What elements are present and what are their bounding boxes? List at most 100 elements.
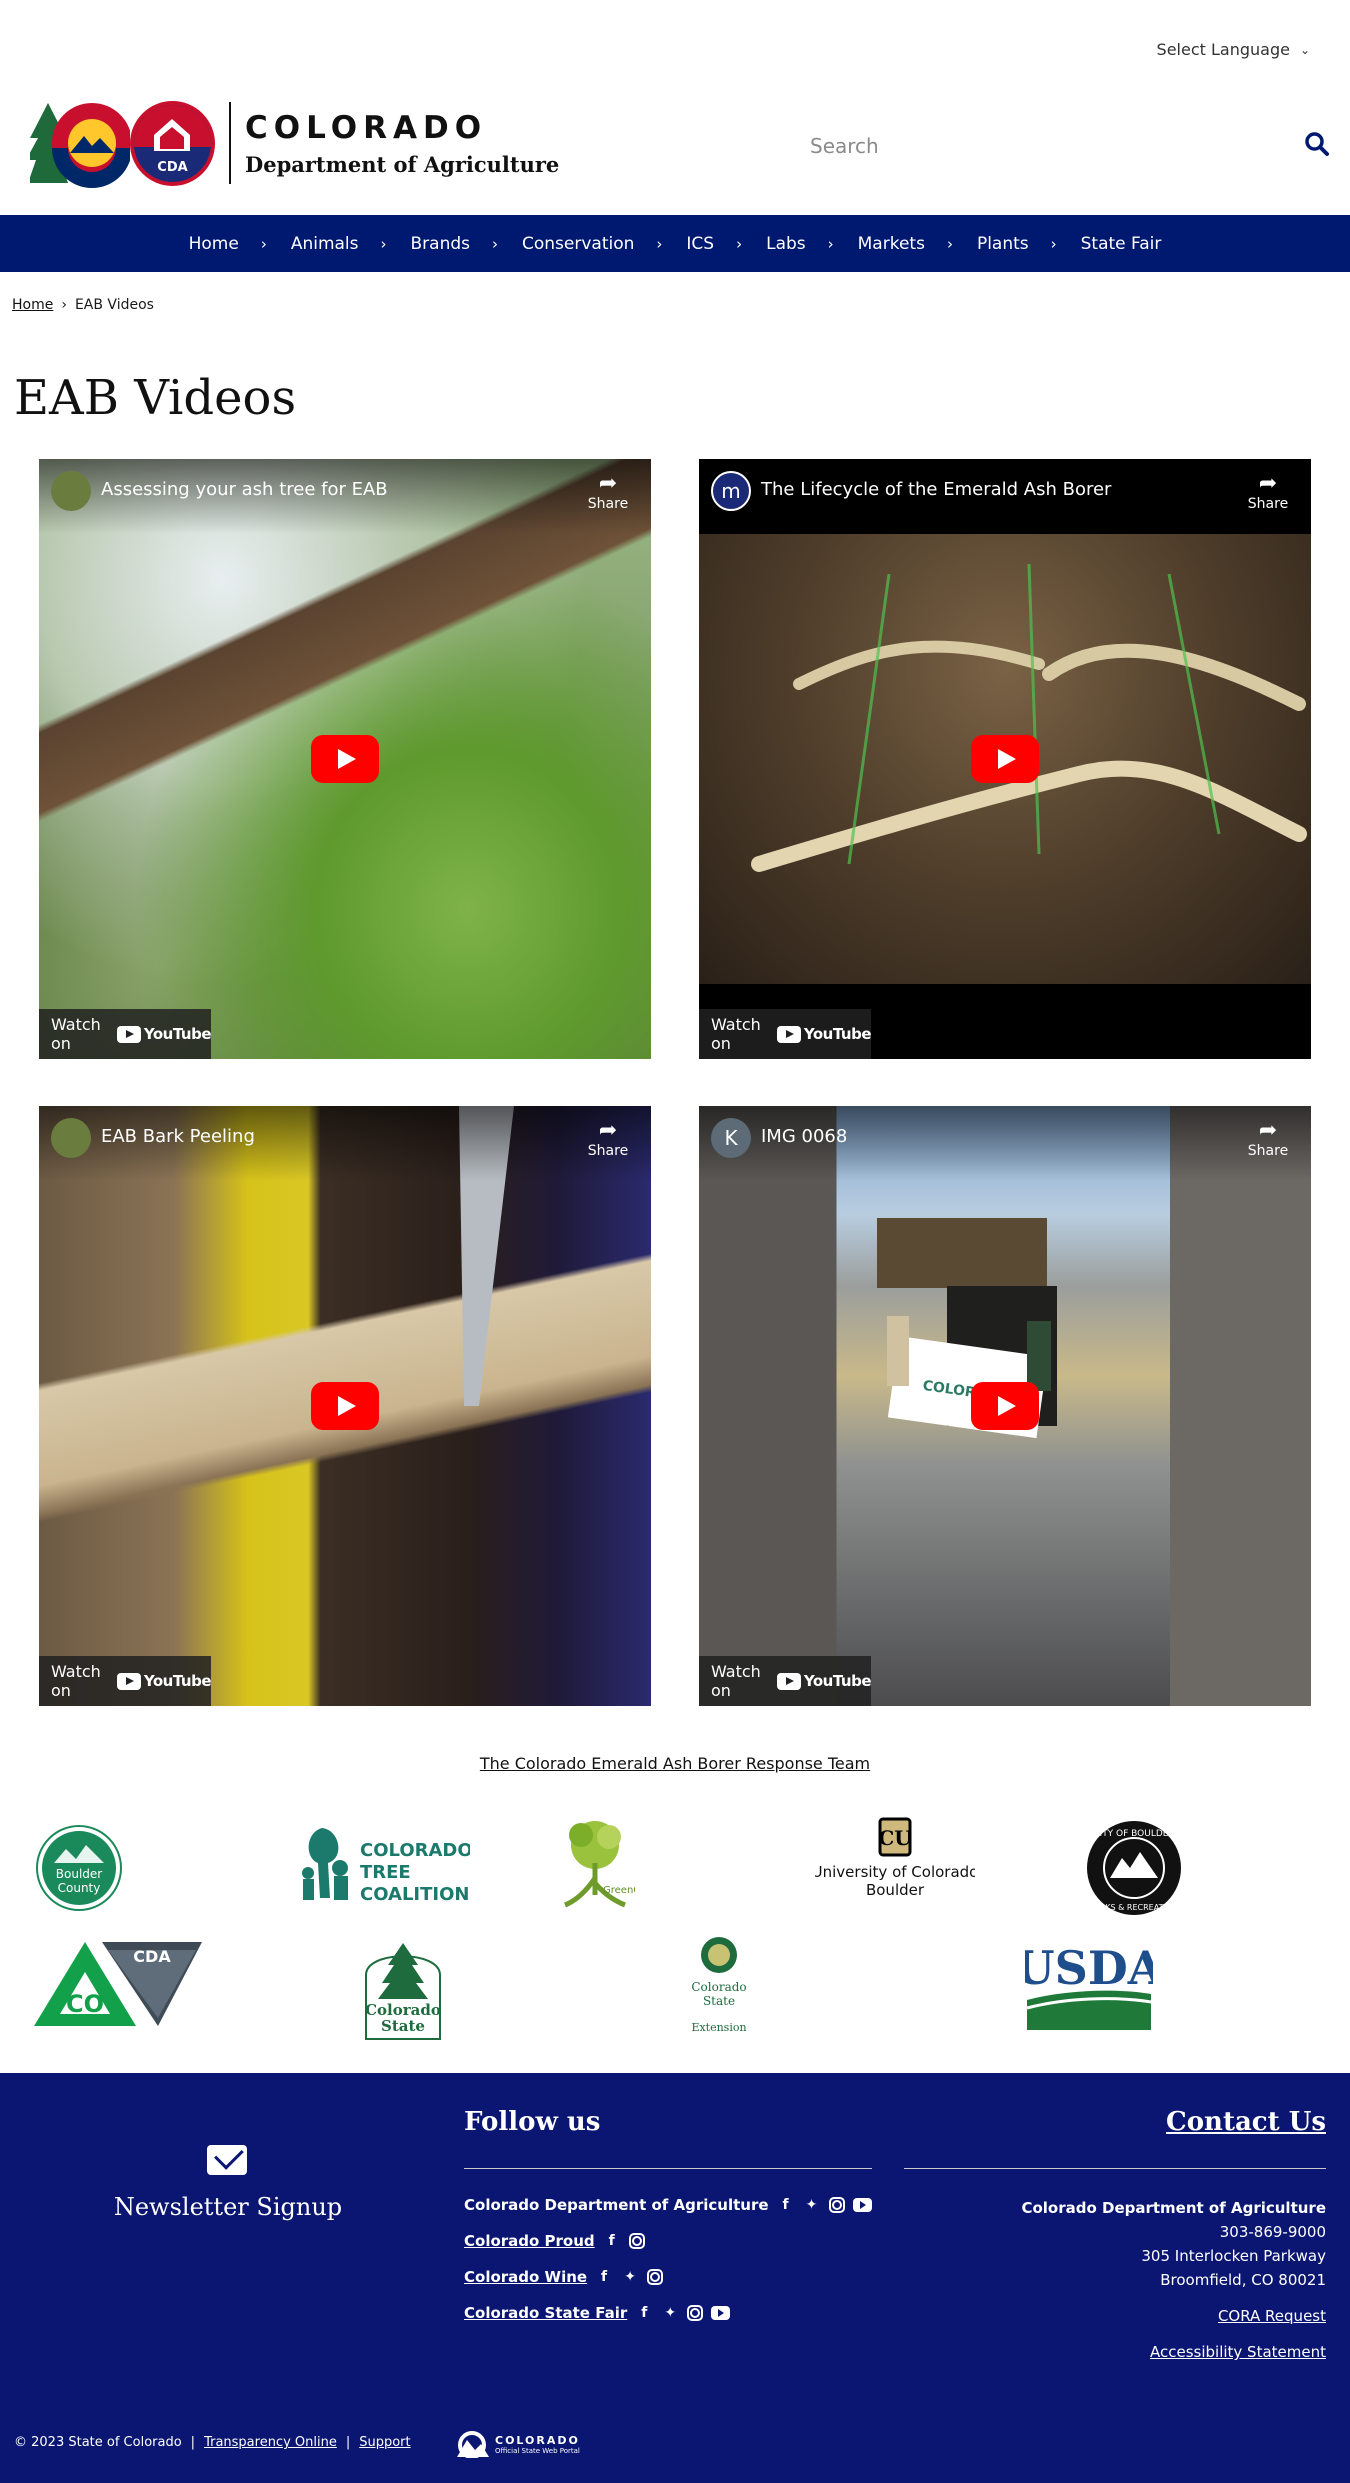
footer-bottom-bar: © 2023 State of Colorado | Transparency … (14, 2435, 411, 2450)
cda-logo: CDA (130, 100, 215, 186)
nav-item-animals[interactable]: Animals › (291, 234, 387, 254)
channel-avatar[interactable]: m (711, 471, 751, 511)
share-button[interactable]: ➦ Share (1243, 1118, 1293, 1159)
chevron-right-icon: › (946, 234, 953, 253)
share-icon: ➦ (1258, 1118, 1278, 1143)
separator: | (345, 2435, 351, 2450)
svg-text:Extension: Extension (691, 2021, 746, 2034)
video-title[interactable]: IMG 0068 (761, 1126, 847, 1147)
facebook-icon[interactable]: f (777, 2196, 795, 2214)
csu-extension-logo[interactable]: Colorado State Extension (688, 1935, 750, 2039)
colorado-proud-link[interactable]: Colorado Proud (464, 2232, 595, 2250)
video-embed-3[interactable]: EAB Bark Peeling ➦ Share Watch on YouTube (39, 1106, 651, 1706)
watch-on-youtube-button[interactable]: Watch on YouTube (39, 1009, 212, 1059)
logo-wordmark: COLORADO Department of Agriculture (245, 110, 559, 177)
svg-text:State: State (703, 1994, 735, 2008)
facebook-icon[interactable]: f (595, 2268, 613, 2286)
colorado-official-portal-logo[interactable]: COLORADO Official State Web Portal (455, 2430, 580, 2458)
nav-item-state-fair[interactable]: State Fair (1081, 234, 1162, 254)
nav-item-conservation[interactable]: Conservation › (522, 234, 662, 254)
nav-label: Markets (857, 233, 925, 254)
nav-item-plants[interactable]: Plants › (977, 234, 1057, 254)
newsletter-signup-link[interactable]: Newsletter Signup (0, 2193, 456, 2221)
video-embed-4[interactable]: COLORADO K IMG 0068 ➦ Share Watch on YouTu… (699, 1106, 1311, 1706)
play-button[interactable] (311, 1382, 379, 1430)
svg-text:GreenCO: GreenCO (603, 1885, 635, 1896)
colorado-state-fair-link[interactable]: Colorado State Fair (464, 2304, 627, 2322)
instagram-icon[interactable] (628, 2233, 645, 2249)
youtube-logo-icon: YouTube (776, 1672, 872, 1690)
twitter-icon[interactable]: ✦ (621, 2268, 639, 2286)
video-title[interactable]: The Lifecycle of the Emerald Ash Borer (761, 479, 1111, 500)
twitter-icon[interactable]: ✦ (661, 2304, 679, 2322)
nav-item-ics[interactable]: ICS › (686, 234, 742, 254)
search-icon[interactable] (1304, 131, 1330, 161)
search-bar (810, 128, 1330, 164)
boulder-county-logo[interactable]: Boulder County (36, 1825, 122, 1911)
watch-on-youtube-button[interactable]: Watch on YouTube (699, 1656, 872, 1706)
nav-label: Animals (290, 233, 359, 254)
cu-boulder-logo[interactable]: CU University of Colorado Boulder (815, 1815, 975, 1901)
instagram-icon[interactable] (687, 2305, 704, 2321)
envelope-icon[interactable] (207, 2145, 247, 2175)
video-embed-1[interactable]: Assessing your ash tree for EAB ➦ Share W… (39, 459, 651, 1059)
cda-co-triangle-logo[interactable]: CDA CO (30, 1938, 205, 2030)
channel-avatar[interactable] (51, 1118, 91, 1158)
video-title[interactable]: EAB Bark Peeling (101, 1126, 255, 1147)
copyright: © 2023 State of Colorado (14, 2435, 182, 2450)
divider (464, 2168, 872, 2169)
usda-logo[interactable]: USDA (1025, 1942, 1153, 2032)
portal-line-1: COLORADO (495, 2433, 580, 2447)
search-input[interactable] (810, 134, 1210, 158)
twitter-icon[interactable]: ✦ (803, 2196, 821, 2214)
play-button[interactable] (311, 735, 379, 783)
video-embed-2[interactable]: m The Lifecycle of the Emerald Ash Borer… (699, 459, 1311, 1059)
support-link[interactable]: Support (359, 2435, 410, 2450)
transparency-online-link[interactable]: Transparency Online (204, 2435, 337, 2450)
youtube-icon[interactable] (852, 2198, 872, 2212)
nav-item-markets[interactable]: Markets › (858, 234, 953, 254)
colorado-portal-icon (457, 2431, 489, 2458)
channel-avatar[interactable] (51, 471, 91, 511)
watch-on-youtube-button[interactable]: Watch on YouTube (699, 1009, 872, 1059)
accessibility-statement-link[interactable]: Accessibility Statement (1021, 2340, 1326, 2364)
share-button[interactable]: ➦ Share (583, 471, 633, 512)
breadcrumb-home-link[interactable]: Home (12, 297, 53, 313)
nav-item-brands[interactable]: Brands › (411, 234, 499, 254)
share-label: Share (1247, 496, 1289, 512)
site-logo[interactable]: CDA COLORADO Department of Agriculture (26, 98, 559, 188)
nav-label: State Fair (1080, 233, 1162, 254)
share-button[interactable]: ➦ Share (583, 1118, 633, 1159)
youtube-logo-icon: YouTube (776, 1025, 872, 1043)
youtube-icon[interactable] (711, 2306, 731, 2320)
language-select[interactable]: Select Language ⌄ (1157, 40, 1310, 59)
greenco-logo[interactable]: GreenCO (555, 1813, 635, 1917)
logo-divider (229, 102, 231, 184)
svg-text:COLORADO: COLORADO (360, 1840, 470, 1861)
facebook-icon[interactable]: f (635, 2304, 653, 2322)
watch-on-youtube-button[interactable]: Watch on YouTube (39, 1656, 212, 1706)
share-button[interactable]: ➦ Share (1243, 471, 1293, 512)
channel-avatar[interactable]: K (711, 1118, 751, 1158)
nav-item-labs[interactable]: Labs › (766, 234, 834, 254)
play-button[interactable] (971, 735, 1039, 783)
share-icon: ➦ (598, 1118, 618, 1143)
logo-line-colorado: COLORADO (245, 109, 488, 146)
contact-us-link[interactable]: Contact Us (1166, 2107, 1326, 2137)
separator: | (190, 2435, 196, 2450)
instagram-icon[interactable] (647, 2269, 664, 2285)
share-label: Share (587, 496, 629, 512)
cora-request-link[interactable]: CORA Request (1021, 2304, 1326, 2328)
city-of-boulder-parks-logo[interactable]: CITY OF BOULDER PARKS & RECREATION (1086, 1820, 1182, 1916)
video-title[interactable]: Assessing your ash tree for EAB (101, 479, 388, 500)
eab-response-team-link[interactable]: The Colorado Emerald Ash Borer Response … (480, 1754, 870, 1773)
colorado-state-forest-service-logo[interactable]: Colorado State (358, 1935, 448, 2043)
nav-item-home[interactable]: Home › (189, 234, 267, 254)
facebook-icon[interactable]: f (603, 2232, 621, 2250)
chevron-right-icon: › (656, 234, 663, 253)
instagram-icon[interactable] (828, 2197, 845, 2213)
colorado-tree-coalition-logo[interactable]: COLORADO TREE COALITION (300, 1818, 470, 1904)
colorado-wine-link[interactable]: Colorado Wine (464, 2268, 587, 2286)
play-button[interactable] (971, 1382, 1039, 1430)
chevron-right-icon: › (736, 234, 743, 253)
